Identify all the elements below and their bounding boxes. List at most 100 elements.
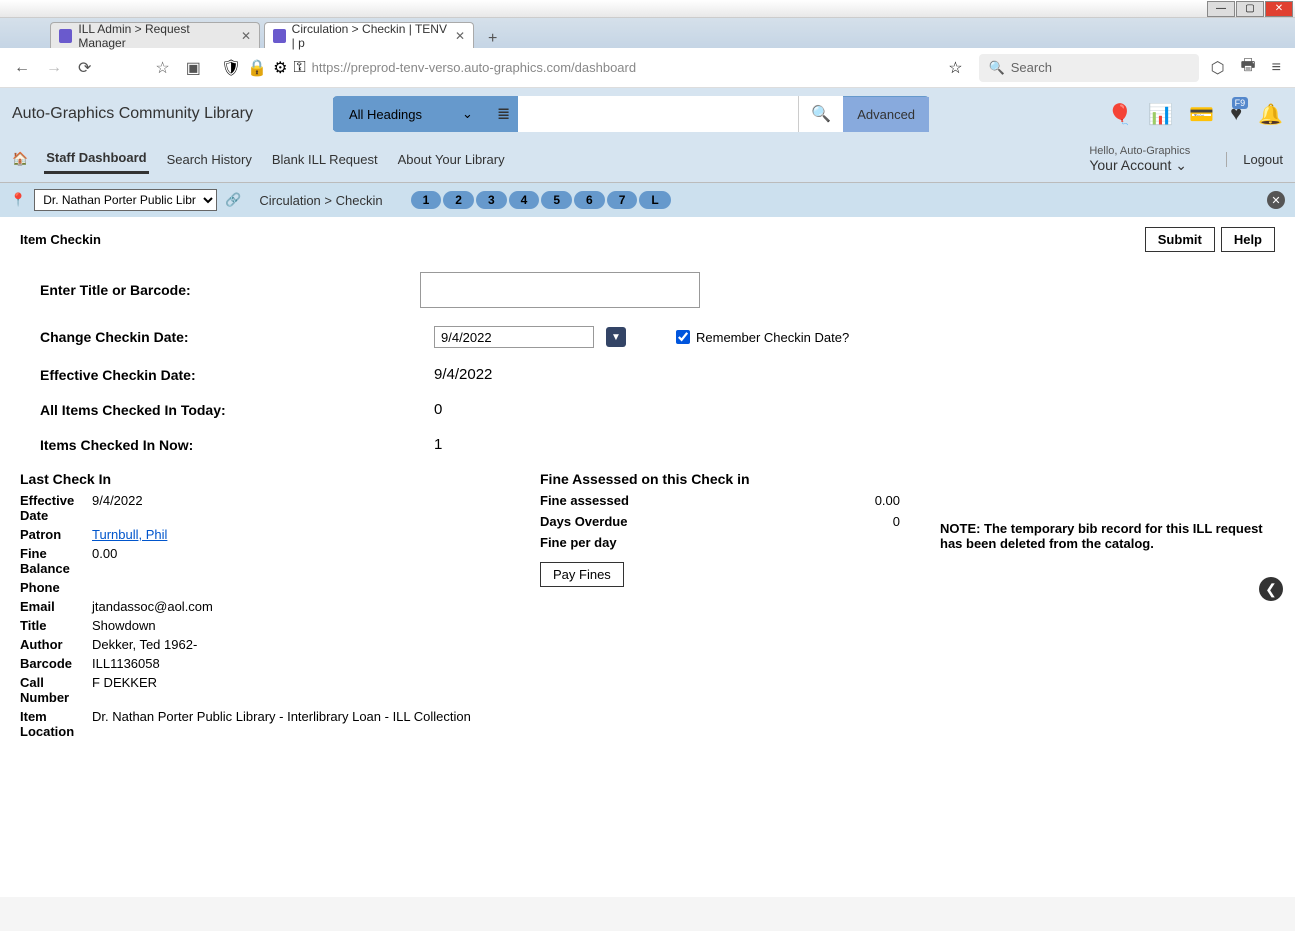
print-icon[interactable]: 🖶 xyxy=(1237,50,1260,85)
search-scope-dropdown[interactable]: All Headings ⌄ xyxy=(333,98,489,130)
patron-link[interactable]: Turnbull, Phil xyxy=(92,527,167,542)
extensions-icon[interactable]: ▣ xyxy=(182,54,205,82)
now-label: Items Checked In Now: xyxy=(20,437,420,453)
favorites-icon[interactable]: ♥ F9 xyxy=(1230,103,1242,126)
browser-search-box[interactable]: 🔍 Search xyxy=(979,54,1199,82)
url-box[interactable]: 🛡 🔒 ⚙ ⚿ https://preprod-tenv-verso.auto-… xyxy=(213,58,971,78)
tab-title: Circulation > Checkin | TENV | p xyxy=(292,22,447,50)
effective-date-label: Effective Checkin Date: xyxy=(20,367,420,383)
help-button[interactable]: Help xyxy=(1221,227,1275,252)
browser-tab[interactable]: ILL Admin > Request Manager ✕ xyxy=(50,22,260,48)
pay-fines-button[interactable]: Pay Fines xyxy=(540,562,624,587)
calendar-icon[interactable]: ▼ xyxy=(606,327,626,347)
star-icon[interactable]: ☆ xyxy=(948,58,962,78)
browser-tab-bar: ILL Admin > Request Manager ✕ Circulatio… xyxy=(0,18,1295,48)
search-placeholder: Search xyxy=(1011,60,1052,75)
window-controls: — ▢ ✕ xyxy=(0,0,1295,18)
checkin-date-input[interactable] xyxy=(434,326,594,348)
advanced-search-button[interactable]: Advanced xyxy=(843,97,929,132)
nav-blank-ill[interactable]: Blank ILL Request xyxy=(270,146,380,173)
database-icon[interactable]: ≣ xyxy=(489,104,518,124)
new-tab-button[interactable]: + xyxy=(488,30,497,48)
lock-icon: 🔒 xyxy=(247,58,267,78)
search-button[interactable]: 🔍 xyxy=(798,96,843,132)
pill[interactable]: L xyxy=(639,191,670,209)
card-icon[interactable]: 💳 xyxy=(1189,102,1214,127)
search-controls: All Headings ⌄ ≣ 🔍 Advanced xyxy=(333,96,929,132)
remember-row: Remember Checkin Date? xyxy=(676,330,849,345)
search-icon: 🔍 xyxy=(811,106,831,123)
note-text: NOTE: The temporary bib record for this … xyxy=(940,521,1275,551)
logout-link[interactable]: Logout xyxy=(1226,152,1283,167)
search-icon: 🔍 xyxy=(989,60,1005,76)
location-select[interactable]: Dr. Nathan Porter Public Libr xyxy=(34,189,217,211)
analytics-icon[interactable]: 📊 xyxy=(1148,102,1173,127)
chevron-down-icon: ⌄ xyxy=(462,106,473,122)
account-box[interactable]: Hello, Auto-Graphics Your Account ⌄ xyxy=(1089,145,1190,174)
browser-address-bar: ← → ⟳ ☆ ▣ 🛡 🔒 ⚙ ⚿ https://preprod-tenv-v… xyxy=(0,48,1295,88)
permissions-icon: ⚙ xyxy=(273,58,287,78)
home-icon[interactable]: 🏠 xyxy=(12,151,28,167)
remember-checkbox[interactable] xyxy=(676,330,690,344)
catalog-search-input[interactable] xyxy=(518,96,798,132)
pocket-icon[interactable]: ⬡ xyxy=(1207,54,1229,82)
pill[interactable]: 4 xyxy=(509,191,540,209)
all-today-label: All Items Checked In Today: xyxy=(20,402,420,418)
shield-icon: 🛡 xyxy=(221,58,241,78)
maximize-button[interactable]: ▢ xyxy=(1236,1,1264,17)
nav-about-library[interactable]: About Your Library xyxy=(396,146,507,173)
close-tab-icon[interactable]: ✕ xyxy=(241,29,251,43)
main-content: Item Checkin Submit Help Enter Title or … xyxy=(0,217,1295,897)
forward-icon[interactable]: → xyxy=(42,55,66,81)
page-title: Item Checkin xyxy=(20,232,101,247)
bookmark-icon[interactable]: ☆ xyxy=(151,54,173,82)
barcode-input[interactable] xyxy=(420,272,700,308)
menu-icon[interactable]: ≡ xyxy=(1268,55,1285,81)
note-col: NOTE: The temporary bib record for this … xyxy=(940,471,1275,743)
remember-label: Remember Checkin Date? xyxy=(696,330,849,345)
tab-favicon xyxy=(273,29,286,43)
pill[interactable]: 3 xyxy=(476,191,507,209)
effective-date-value: 9/4/2022 xyxy=(420,366,492,383)
submit-button[interactable]: Submit xyxy=(1145,227,1215,252)
link-icon: 🔗 xyxy=(225,192,241,208)
chevron-down-icon: ⌄ xyxy=(1175,157,1187,173)
sub-bar: 📍 Dr. Nathan Porter Public Libr 🔗 Circul… xyxy=(0,183,1295,217)
browser-tab[interactable]: Circulation > Checkin | TENV | p ✕ xyxy=(264,22,474,48)
key-icon: ⚿ xyxy=(293,59,305,77)
fines-col: Fine Assessed on this Check in Fine asse… xyxy=(540,471,900,743)
pill[interactable]: 6 xyxy=(574,191,605,209)
hello-text: Hello, Auto-Graphics xyxy=(1089,145,1190,157)
close-window-button[interactable]: ✕ xyxy=(1265,1,1293,17)
barcode-label: Enter Title or Barcode: xyxy=(20,282,420,298)
pill[interactable]: 7 xyxy=(607,191,638,209)
minimize-button[interactable]: — xyxy=(1207,1,1235,17)
quick-pills: 1 2 3 4 5 6 7 L xyxy=(411,191,671,209)
tab-title: ILL Admin > Request Manager xyxy=(78,22,233,50)
notifications-icon[interactable]: 🔔 xyxy=(1258,102,1283,127)
collapse-panel-icon[interactable]: ❮ xyxy=(1259,577,1283,601)
nav-search-history[interactable]: Search History xyxy=(165,146,254,173)
url-text: https://preprod-tenv-verso.auto-graphics… xyxy=(312,60,636,75)
pill[interactable]: 2 xyxy=(443,191,474,209)
reload-icon[interactable]: ⟳ xyxy=(74,54,95,82)
pill[interactable]: 1 xyxy=(411,191,442,209)
close-icon[interactable]: ✕ xyxy=(1267,191,1285,209)
app-header: Auto-Graphics Community Library All Head… xyxy=(0,88,1295,140)
last-checkin-col: Last Check In Effective Date9/4/2022 Pat… xyxy=(20,471,500,743)
pill[interactable]: 5 xyxy=(541,191,572,209)
breadcrumb: Circulation > Checkin xyxy=(259,193,382,208)
fkey-badge: F9 xyxy=(1232,97,1249,109)
back-icon[interactable]: ← xyxy=(10,55,34,81)
library-name: Auto-Graphics Community Library xyxy=(12,105,253,123)
change-date-label: Change Checkin Date: xyxy=(20,329,420,345)
header-icons: 🎈 📊 💳 ♥ F9 🔔 xyxy=(1108,102,1284,127)
tab-favicon xyxy=(59,29,72,43)
balloon-icon[interactable]: 🎈 xyxy=(1108,102,1133,127)
last-checkin-header: Last Check In xyxy=(20,471,500,487)
location-pin-icon: 📍 xyxy=(10,192,26,208)
main-nav: 🏠 Staff Dashboard Search History Blank I… xyxy=(0,140,1295,183)
nav-staff-dashboard[interactable]: Staff Dashboard xyxy=(44,144,148,174)
close-tab-icon[interactable]: ✕ xyxy=(455,29,465,43)
all-today-value: 0 xyxy=(420,401,442,418)
